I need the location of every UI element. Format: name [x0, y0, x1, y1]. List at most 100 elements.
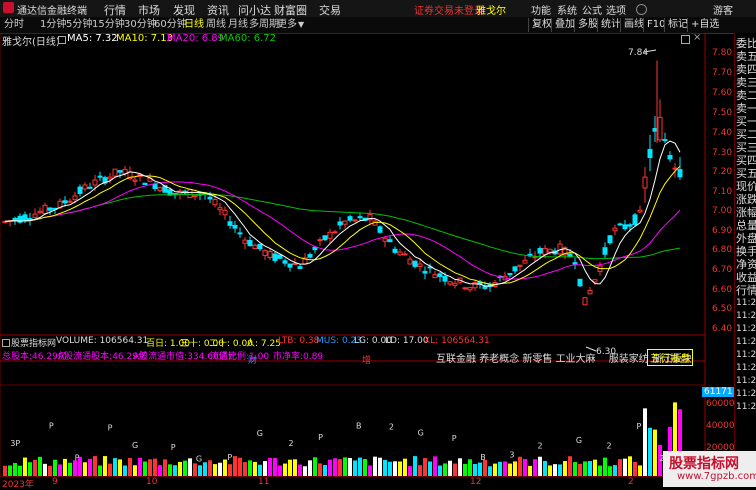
menu-shichang[interactable]: 市场 [138, 2, 160, 18]
candle-body [402, 253, 408, 256]
volume-bar [413, 456, 417, 476]
quote-panel-item[interactable]: 行情 [736, 284, 756, 297]
marker-zeng[interactable]: 增 [362, 354, 371, 366]
quote-panel-item[interactable]: 11:29 [736, 362, 756, 375]
quote-panel-item[interactable]: 换手 [736, 245, 756, 258]
volume-bar [473, 464, 477, 476]
candle-body [12, 217, 18, 221]
volume-bar [528, 465, 532, 476]
wuxing-badge[interactable]: 五行操盘 [647, 349, 693, 366]
candle-body [327, 231, 333, 239]
menu-gongshi[interactable]: 公式 [582, 2, 602, 17]
concept-tag[interactable]: 养老概念 [479, 354, 519, 365]
price-tick: 7.50 [712, 108, 733, 118]
quote-panel-item[interactable]: 买二 [736, 128, 756, 141]
indicator-name[interactable]: 股票指标网 [11, 336, 56, 349]
candle-body [637, 209, 643, 213]
quote-panel-item[interactable]: 卖三 [736, 76, 756, 89]
menu-jiaoyi[interactable]: 交易 [319, 2, 341, 18]
quote-panel-item[interactable]: 总量 [736, 219, 756, 232]
quote-panel-item[interactable]: 11:29 [736, 310, 756, 323]
quote-panel-item[interactable]: 11:29 [736, 336, 756, 349]
volume-bar [498, 461, 502, 476]
quote-panel-item[interactable]: 卖二 [736, 89, 756, 102]
price-tick: 7.40 [712, 128, 733, 138]
volume-bar [488, 466, 492, 476]
quote-panel-item[interactable]: 现价 [736, 180, 756, 193]
volume-bar [458, 458, 462, 476]
quote-panel-item[interactable]: 卖五 [736, 50, 756, 63]
volume-bar [448, 460, 452, 476]
ren-value: 人: 7.25 [246, 339, 281, 349]
candle-body [602, 247, 608, 255]
volume-bar [213, 464, 217, 476]
quote-panel-item[interactable]: 买五 [736, 167, 756, 180]
concept-tag[interactable]: 新零售 [522, 354, 552, 365]
candle-body [342, 220, 348, 225]
quote-panel-item[interactable]: 买三 [736, 141, 756, 154]
candle-body [617, 223, 623, 226]
candle-body [232, 224, 238, 229]
quote-panel-item[interactable]: 11:29 [736, 349, 756, 362]
menu-hangqing[interactable]: 行情 [104, 2, 126, 18]
volume-bar [308, 460, 312, 476]
candle-body [77, 186, 83, 194]
quote-panel-item[interactable]: 收益 [736, 271, 756, 284]
candle-body [507, 272, 513, 276]
period-daily[interactable]: 日线 [182, 18, 206, 32]
concept-tag[interactable]: 工业大麻 [556, 354, 596, 365]
menu-gongneng[interactable]: 功能 [531, 2, 551, 17]
quote-panel-item[interactable]: 11:29 [736, 323, 756, 336]
volume-bar [483, 459, 487, 476]
menu-zixun[interactable]: 资讯 [207, 2, 229, 18]
period-more[interactable]: 更多 [275, 18, 299, 32]
price-tick: 6.50 [712, 304, 733, 314]
quote-panel-item[interactable]: 净资 [736, 258, 756, 271]
kline-chart[interactable]: 3PPPPG PG PG2PB 2GPB 32G2P2 7.84 6.30 财 增 [0, 33, 706, 476]
candle-body [142, 182, 148, 186]
settings-box-icon[interactable] [2, 339, 10, 347]
login-warning[interactable]: 证券交易未登录 [414, 2, 484, 17]
price-tick: 6.90 [712, 226, 733, 236]
tool-add-watchlist[interactable]: +自选 [687, 18, 722, 32]
volume-bar [608, 466, 612, 476]
menu-faxian[interactable]: 发现 [173, 2, 195, 18]
menu-youke[interactable]: 游客 [713, 2, 733, 17]
volume-marker: G [257, 429, 263, 438]
volume-marker: B [480, 453, 486, 462]
chevron-down-icon[interactable]: ▼ [298, 20, 304, 29]
volume-bar [238, 457, 242, 476]
candle-body [257, 243, 263, 250]
float-ratio: 流通比例:1.00 [210, 352, 270, 362]
candle-body [317, 239, 323, 242]
quote-panel-item[interactable]: 11:29 [736, 388, 756, 401]
quote-panel-item[interactable]: 涨幅 [736, 206, 756, 219]
quote-panel-item[interactable]: 买一 [736, 115, 756, 128]
quote-panel-item[interactable]: 委比 [736, 37, 756, 50]
candle-body [452, 282, 458, 286]
quote-panel-item[interactable]: 涨跌 [736, 193, 756, 206]
period-weekly[interactable]: 周线 [204, 18, 228, 32]
quote-panel-item[interactable]: 11:29 [736, 401, 756, 414]
quote-panel-item[interactable]: 11:29 [736, 297, 756, 310]
user-icon[interactable] [636, 4, 647, 15]
candle-body [607, 235, 613, 244]
menu-wenxiaoda[interactable]: 问小达 [238, 2, 271, 18]
menu-xuanxiang[interactable]: 选项 [606, 2, 626, 17]
quote-panel-item[interactable]: 卖四 [736, 63, 756, 76]
period-fenshi[interactable]: 分时 [2, 18, 26, 32]
menu-xitong[interactable]: 系统 [557, 2, 577, 17]
menu-caifuquan[interactable]: 财富圈 [274, 2, 307, 18]
quote-panel-item[interactable]: 买四 [736, 154, 756, 167]
candle-body [132, 179, 138, 182]
volume-marker: 3 [509, 451, 514, 460]
concept-tag[interactable]: 互联金融 [436, 354, 476, 365]
volume-bar [438, 465, 442, 476]
quote-panel-item[interactable]: 外盘 [736, 232, 756, 245]
quote-panel-item[interactable]: 卖一 [736, 102, 756, 115]
concept-tag[interactable]: 服装家纺 [609, 354, 649, 365]
quote-panel-item[interactable]: 11:29 [736, 375, 756, 388]
candle-body [287, 263, 293, 268]
xl-value: XL: 106564.31 [424, 336, 490, 346]
volume-bar [108, 463, 112, 476]
